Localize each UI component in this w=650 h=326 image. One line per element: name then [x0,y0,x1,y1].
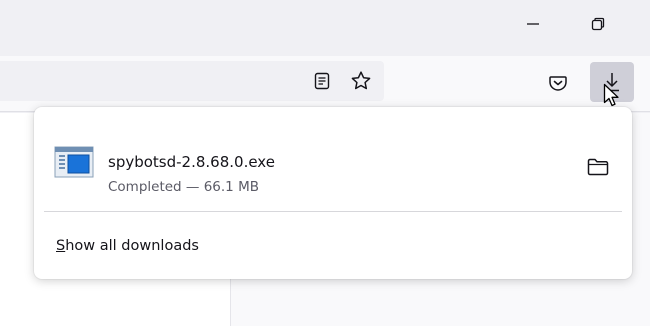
download-status: Completed — 66.1 MB [108,179,259,195]
reader-view-icon [314,72,330,90]
restore-button[interactable] [575,6,621,42]
pocket-icon [549,76,567,91]
show-all-downloads-button[interactable]: Show all downloads [42,230,624,262]
pocket-button[interactable] [543,68,573,98]
download-item[interactable]: spybotsd-2.8.68.0.exe Completed — 66.1 M… [42,121,624,203]
show-all-label: how all downloads [65,238,199,254]
minimize-icon [527,23,539,25]
download-file-name: spybotsd-2.8.68.0.exe [108,153,275,171]
restore-icon [591,17,605,31]
folder-icon [587,158,609,176]
panel-separator [44,211,622,212]
exe-file-icon [54,146,94,178]
reader-view-button[interactable] [307,66,337,96]
mouse-cursor-icon [603,83,619,107]
show-all-access-key: S [56,238,66,254]
navigation-toolbar [0,56,650,112]
downloads-panel: spybotsd-2.8.68.0.exe Completed — 66.1 M… [34,107,632,279]
bookmark-star-icon [351,71,371,90]
show-in-folder-button[interactable] [582,151,614,183]
bookmark-button[interactable] [346,66,376,96]
minimize-button[interactable] [510,6,556,42]
title-bar [0,0,650,56]
